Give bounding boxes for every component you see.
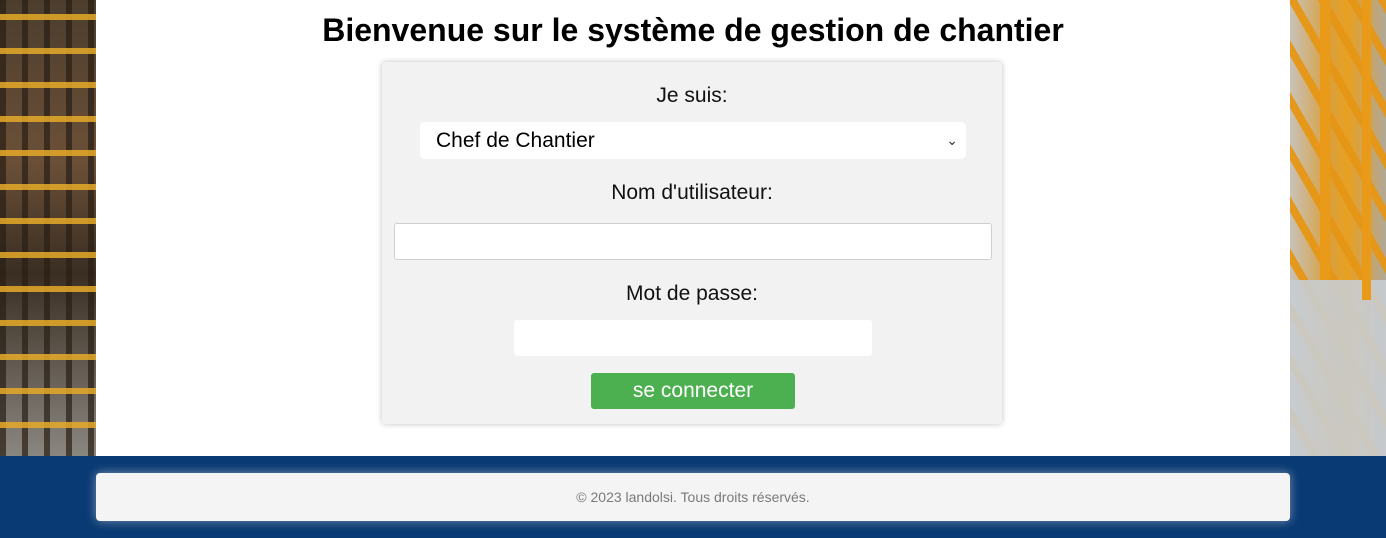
role-label: Je suis:: [656, 84, 728, 107]
background-scaffolding-left: [0, 0, 96, 456]
footer: © 2023 landolsi. Tous droits réservés.: [96, 473, 1290, 521]
chevron-down-icon: ⌄: [946, 132, 958, 148]
login-page: Bienvenue sur le système de gestion de c…: [0, 0, 1386, 538]
login-form: Je suis: Chef de Chantier ⌄ Nom d'utilis…: [382, 62, 1002, 424]
username-input[interactable]: [394, 223, 992, 260]
username-label: Nom d'utilisateur:: [611, 181, 773, 204]
background-crane-right: [1290, 0, 1386, 456]
password-label: Mot de passe:: [626, 282, 758, 305]
role-select-value: Chef de Chantier: [436, 129, 595, 152]
login-button[interactable]: se connecter: [591, 373, 795, 409]
main-card: Bienvenue sur le système de gestion de c…: [96, 0, 1290, 456]
password-input[interactable]: [514, 320, 872, 356]
page-title: Bienvenue sur le système de gestion de c…: [322, 12, 1064, 48]
role-select[interactable]: Chef de Chantier ⌄: [420, 122, 966, 159]
copyright-text: © 2023 landolsi. Tous droits réservés.: [576, 489, 810, 505]
